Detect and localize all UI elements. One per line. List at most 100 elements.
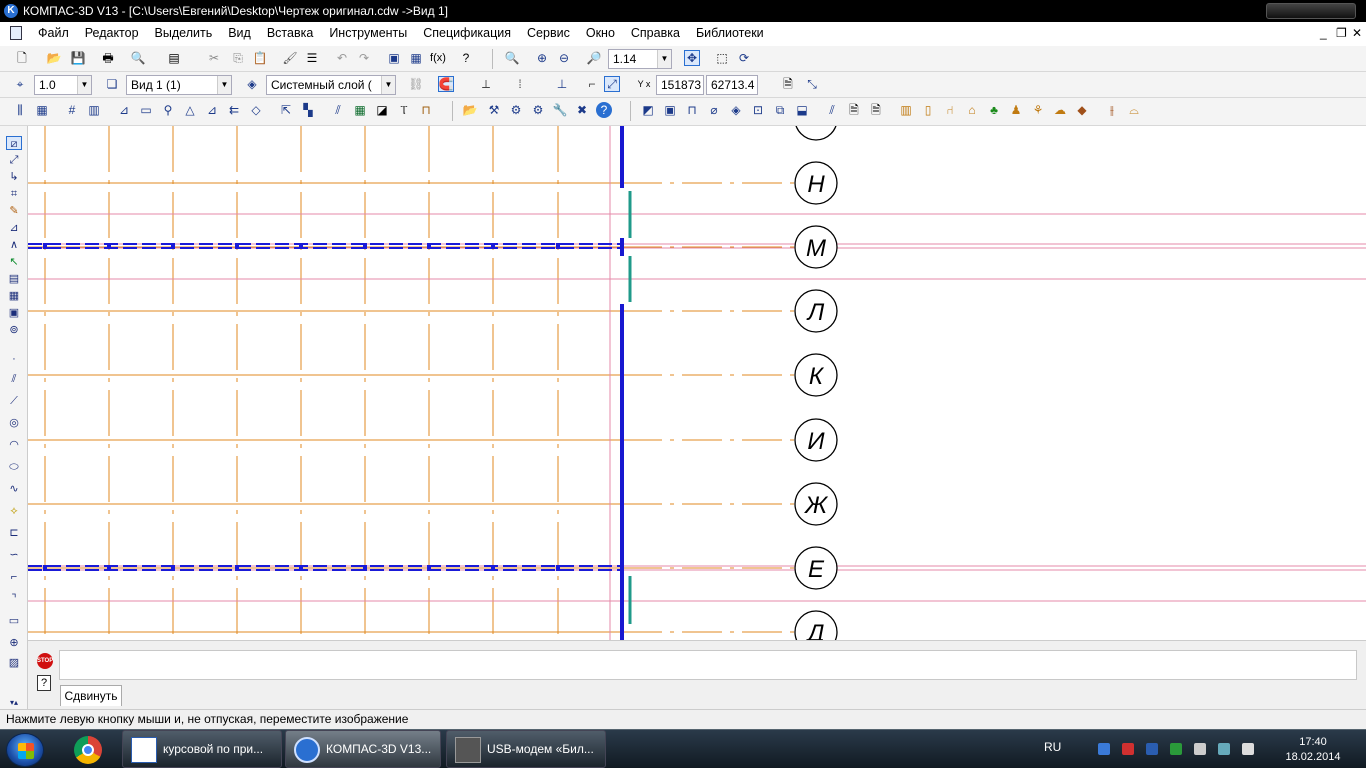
- local-cs-icon[interactable]: ⊥: [554, 76, 570, 92]
- view-combo[interactable]: Вид 1 (1) ▼: [126, 75, 232, 95]
- format-brush-icon[interactable]: 🖌: [282, 50, 298, 66]
- auxiliary-line-icon[interactable]: ⫽: [6, 372, 22, 386]
- level-icon[interactable]: ⊿: [116, 102, 132, 118]
- layer-icon[interactable]: ◈: [244, 76, 260, 92]
- arrow-icon[interactable]: ⇇: [226, 102, 242, 118]
- chamfer-icon[interactable]: ⌝: [6, 592, 22, 606]
- rails-icon[interactable]: ⊓: [418, 102, 434, 118]
- parametrization-icon[interactable]: ⊿: [6, 221, 22, 235]
- menu-insert[interactable]: Вставка: [259, 26, 321, 40]
- zoom-window-icon[interactable]: 🔍: [504, 50, 520, 66]
- mdi-restore-icon[interactable]: ❐: [1336, 26, 1347, 40]
- select-panel-icon[interactable]: ↖: [6, 255, 22, 269]
- stop-icon[interactable]: STOP: [37, 653, 53, 669]
- window-controls[interactable]: [1266, 3, 1356, 19]
- curve-icon[interactable]: ∽: [6, 548, 22, 562]
- menu-service[interactable]: Сервис: [519, 26, 578, 40]
- manager-icon[interactable]: ▣: [386, 50, 402, 66]
- volume-tray-icon[interactable]: [1242, 743, 1254, 755]
- taskbar-word[interactable]: курсовой по при...: [122, 730, 282, 768]
- local-snap-icon[interactable]: ⟂: [478, 76, 494, 92]
- show-all-icon[interactable]: ⬚: [714, 50, 730, 66]
- layer-dropdown-icon[interactable]: ▼: [381, 76, 395, 94]
- document-icon[interactable]: [10, 26, 22, 40]
- contour-icon[interactable]: ⊕: [6, 636, 22, 650]
- bench-icon[interactable]: ⚘: [1030, 102, 1046, 118]
- ellipse-icon[interactable]: ⬭: [6, 460, 22, 474]
- wardrobe-icon[interactable]: ▯: [920, 102, 936, 118]
- slope-icon[interactable]: ⊿: [204, 102, 220, 118]
- zoom-in-icon[interactable]: ⊕: [534, 50, 550, 66]
- document-icon-3[interactable]: 🗎: [868, 102, 884, 118]
- panel-scroll-icon[interactable]: ▾▴: [6, 696, 22, 710]
- column-round-icon[interactable]: ⌀: [706, 102, 722, 118]
- bush-icon[interactable]: ☁: [1052, 102, 1068, 118]
- designations-icon[interactable]: ↳: [6, 170, 22, 184]
- measure-icon[interactable]: ⤡: [804, 76, 820, 92]
- menu-tools[interactable]: Инструменты: [321, 26, 415, 40]
- command-field[interactable]: [59, 650, 1357, 680]
- menu-file[interactable]: Файл: [30, 26, 77, 40]
- rect-icon[interactable]: ▭: [138, 102, 154, 118]
- door-icon[interactable]: ⊓: [684, 102, 700, 118]
- library-grid-icon[interactable]: ⚙: [530, 102, 546, 118]
- view-icon[interactable]: ❏: [104, 76, 120, 92]
- vk-tray-icon[interactable]: [1146, 743, 1158, 755]
- cursor-step-icon[interactable]: ⌖: [12, 76, 28, 92]
- undo-icon[interactable]: ↶: [334, 50, 350, 66]
- rectangle-icon[interactable]: ▭: [6, 614, 22, 628]
- menu-libraries[interactable]: Библиотеки: [688, 26, 772, 40]
- calculator-icon[interactable]: ▦: [408, 50, 424, 66]
- grid-icon[interactable]: ⁞: [512, 76, 528, 92]
- help-icon[interactable]: ?: [37, 675, 51, 691]
- menu-window[interactable]: Окно: [578, 26, 623, 40]
- antivirus-tray-icon[interactable]: [1122, 743, 1134, 755]
- wall-tool-icon[interactable]: ⫽: [824, 102, 840, 118]
- taskbar-kompas[interactable]: КОМПАС-3D V13...: [285, 730, 441, 768]
- fillet-icon[interactable]: ⌐: [6, 570, 22, 584]
- tab-move[interactable]: Сдвинуть: [60, 685, 122, 706]
- menu-select[interactable]: Выделить: [147, 26, 221, 40]
- zoom-out-icon[interactable]: ⊖: [556, 50, 572, 66]
- library-tools-icon[interactable]: ⚒: [486, 102, 502, 118]
- axes-icon[interactable]: ⇱: [278, 102, 294, 118]
- opening-icon[interactable]: ⊡: [750, 102, 766, 118]
- hatch-icon[interactable]: ▦: [34, 102, 50, 118]
- nvidia-tray-icon[interactable]: [1170, 743, 1182, 755]
- block-icon[interactable]: ⧉: [772, 102, 788, 118]
- room-icon[interactable]: ⬓: [794, 102, 810, 118]
- paste-icon[interactable]: 📋: [252, 50, 268, 66]
- hatching-icon[interactable]: ▨: [6, 656, 22, 670]
- point-icon[interactable]: ·: [6, 352, 22, 366]
- chair-icon[interactable]: ⑁: [942, 102, 958, 118]
- mdi-close-icon[interactable]: ✕: [1352, 26, 1362, 40]
- edit-icon[interactable]: ✎: [6, 204, 22, 218]
- document-properties-icon[interactable]: 🗎: [780, 76, 796, 92]
- save-icon[interactable]: 💾: [70, 50, 86, 66]
- window-icon[interactable]: ▣: [662, 102, 678, 118]
- geometry-panel-icon[interactable]: ⧄: [6, 136, 22, 150]
- layer-combo[interactable]: Системный слой ( ▼: [266, 75, 396, 95]
- menu-help[interactable]: Справка: [623, 26, 688, 40]
- measure-panel-icon[interactable]: ∧: [6, 238, 22, 252]
- person-icon[interactable]: ♟: [1008, 102, 1024, 118]
- geometry-icon[interactable]: ⫼: [12, 102, 28, 118]
- network-tray-icon[interactable]: [1098, 743, 1110, 755]
- reports-icon[interactable]: ▣: [6, 306, 22, 320]
- mdi-minimize-icon[interactable]: _: [1320, 26, 1327, 40]
- open-folder-icon[interactable]: 📂: [46, 50, 62, 66]
- step-combo[interactable]: 1.0 ▼: [34, 75, 92, 95]
- fill-icon[interactable]: ◪: [374, 102, 390, 118]
- new-file-icon[interactable]: 🗋: [14, 50, 30, 66]
- help-pointer-icon[interactable]: ?: [458, 50, 474, 66]
- zoom-combo[interactable]: 1.14 ▼: [608, 49, 672, 69]
- dimensions-icon[interactable]: ⤢: [6, 153, 22, 167]
- drawing-canvas[interactable]: Н М Л К И Ж Е Д: [28, 126, 1366, 640]
- tree-icon[interactable]: ♣: [986, 102, 1002, 118]
- spec-icon[interactable]: ▦: [6, 289, 22, 303]
- copy-icon[interactable]: ⎘: [230, 50, 246, 66]
- pan-icon[interactable]: ✥: [684, 50, 700, 66]
- segment-icon[interactable]: ⟋: [6, 394, 22, 408]
- coord-y-field[interactable]: 62713.4: [706, 75, 758, 95]
- refresh-icon[interactable]: ⟳: [736, 50, 752, 66]
